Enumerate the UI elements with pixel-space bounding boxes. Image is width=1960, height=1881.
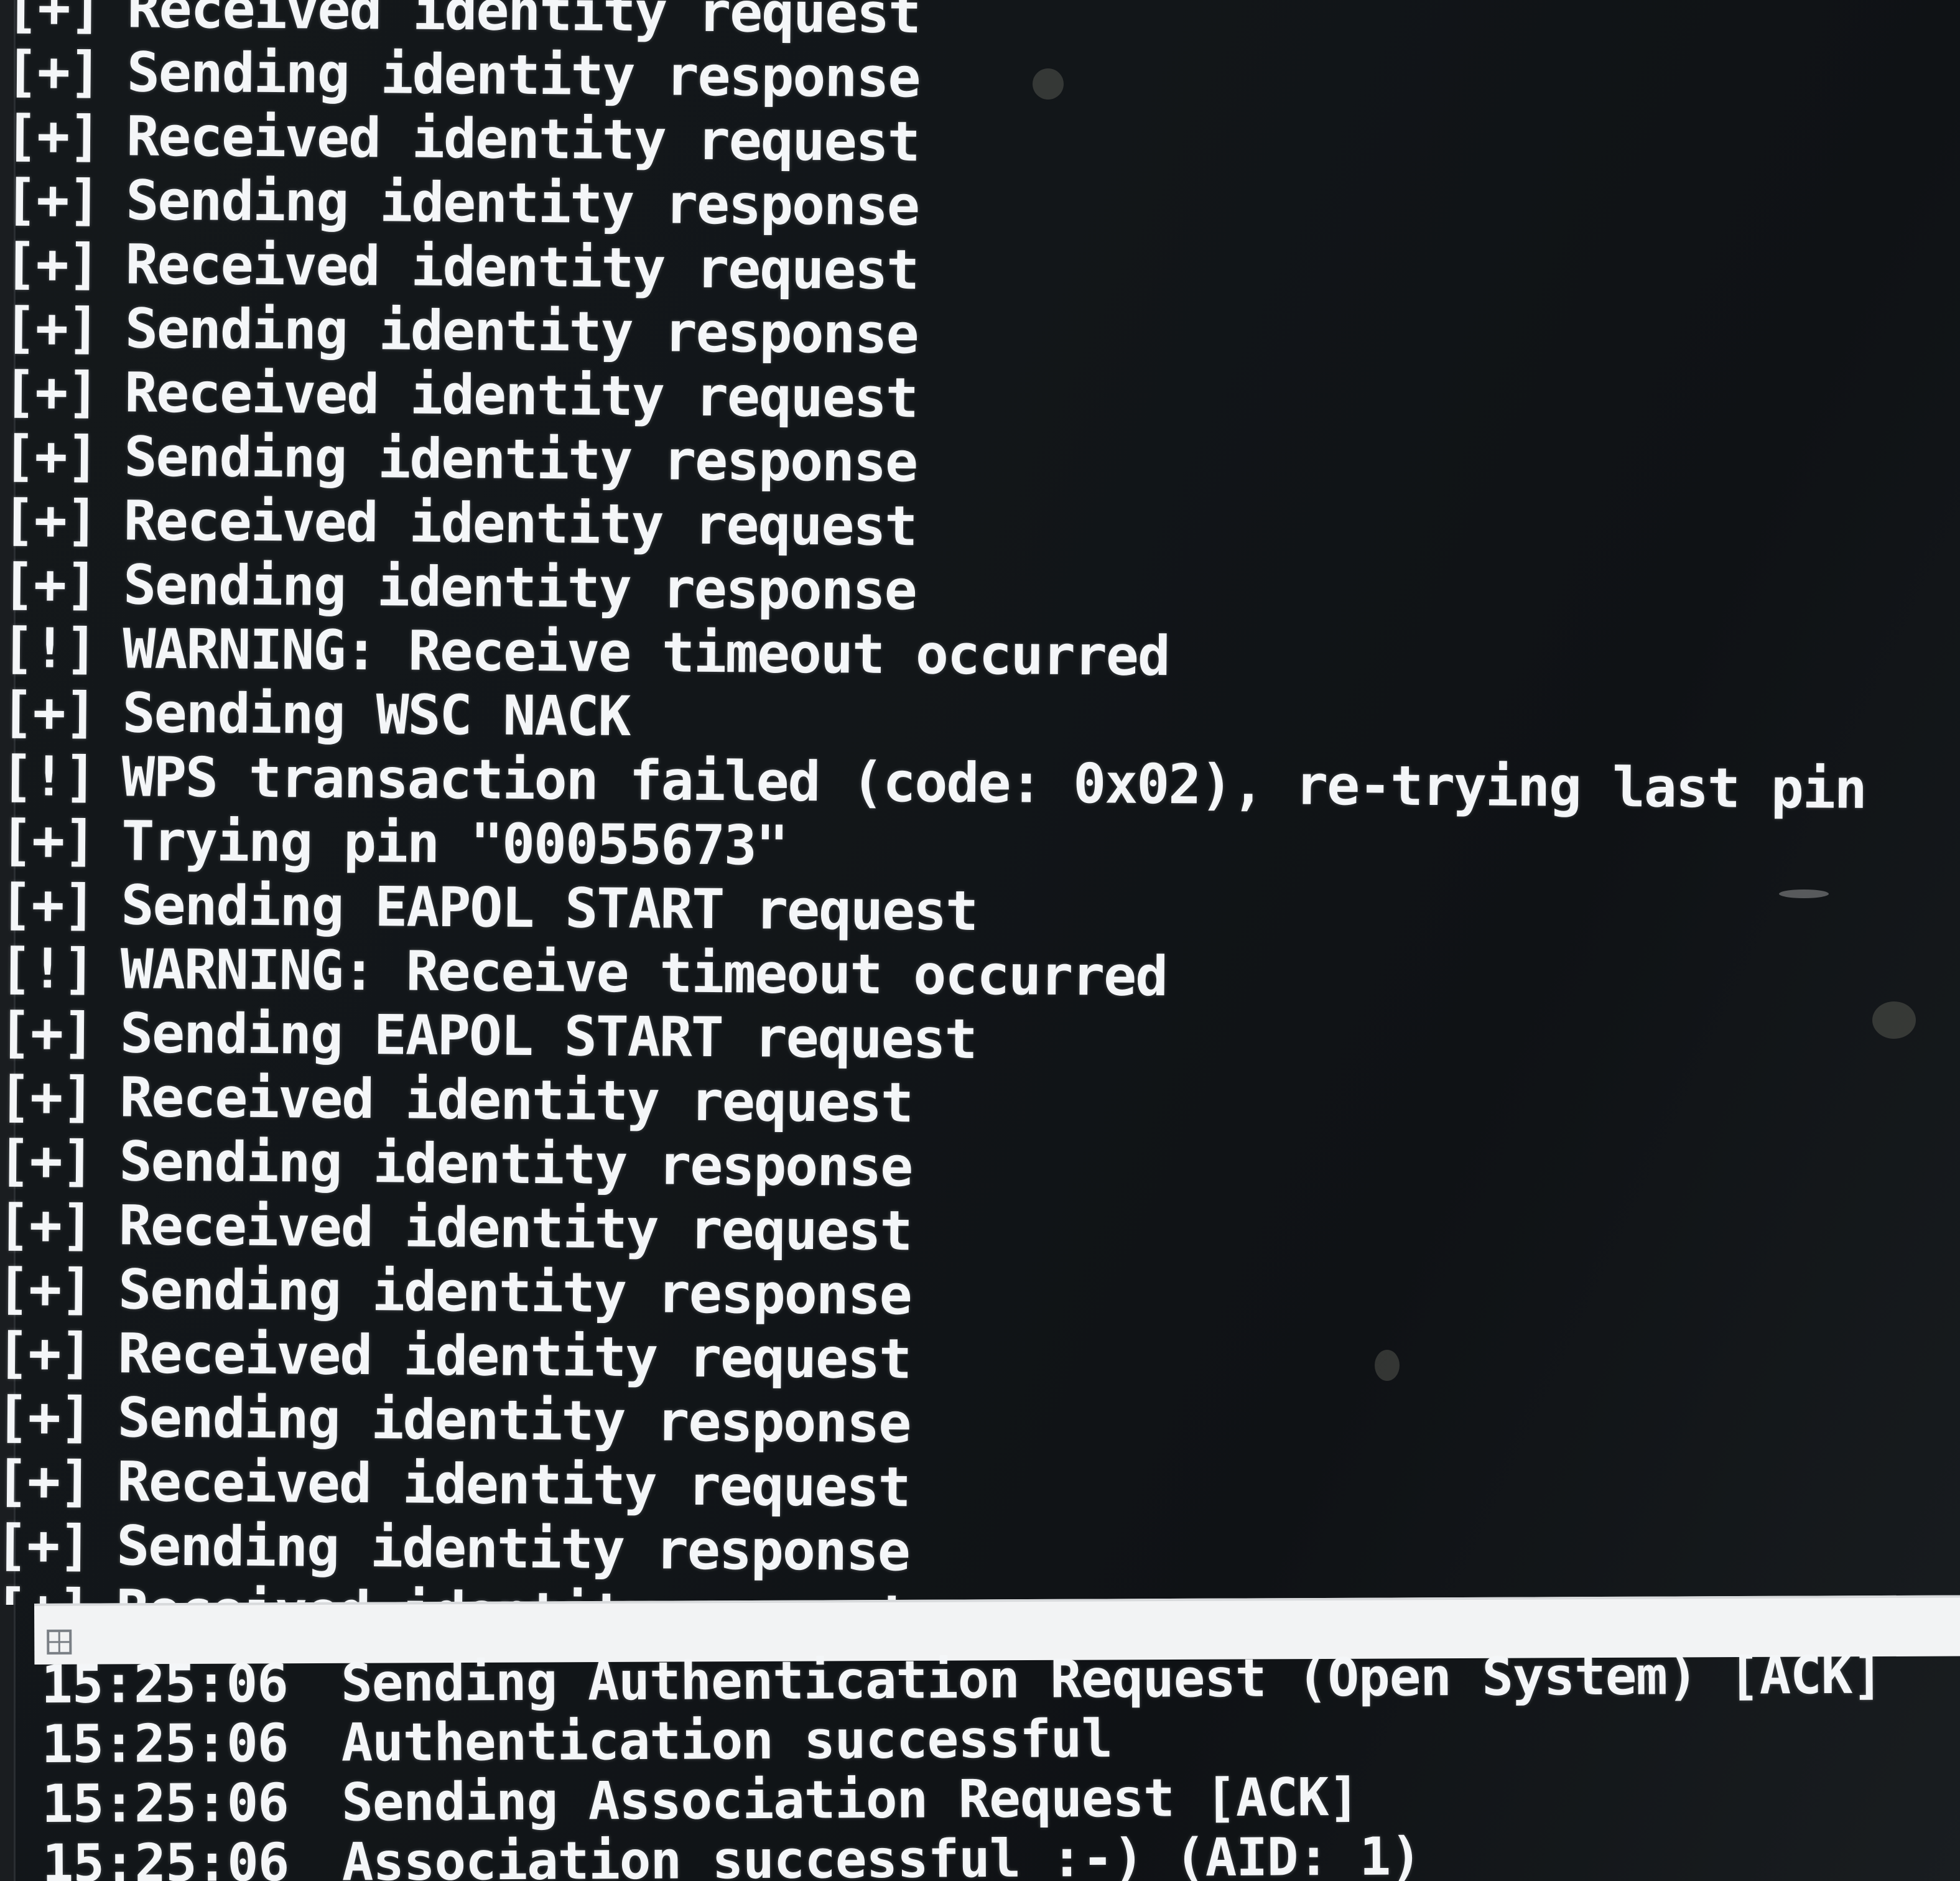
log-line-prefix: [+] — [0, 1256, 93, 1322]
log-line-text: WARNING: Receive timeout occurred — [120, 937, 1168, 1009]
event-text: Authentication successful — [341, 1707, 1113, 1773]
log-line-text: Received identity request — [118, 1193, 912, 1263]
log-line-text: Sending identity response — [123, 552, 917, 623]
log-line-text: Received identity request — [126, 104, 920, 174]
screen-speck — [1375, 1350, 1400, 1381]
log-line-prefix: [+] — [0, 1000, 95, 1066]
log-line-text: Trying pin "00055673" — [121, 809, 788, 878]
aireplay-output-pane[interactable]: 15:25:06 Sending Authentication Request (… — [0, 1655, 1960, 1881]
screen-speck — [1872, 1001, 1916, 1039]
log-line-prefix: [!] — [0, 743, 96, 809]
log-line-prefix: [+] — [3, 295, 100, 361]
screen-speck — [1033, 68, 1064, 100]
log-line-text: Received identity request — [116, 1449, 910, 1520]
log-line-prefix: [+] — [1, 679, 97, 745]
log-line-prefix: [+] — [4, 231, 100, 297]
log-line-text: Sending identity response — [119, 1129, 913, 1199]
reaver-output-pane[interactable]: [+] Received identity request [+] Sending i… — [0, 0, 1960, 1605]
event-timestamp: 15:25:06 — [42, 1772, 289, 1834]
log-line-prefix: [+] — [0, 1128, 94, 1194]
screen-speck — [1779, 889, 1829, 898]
event-text: Association successful :-) (AID: 1) — [341, 1826, 1422, 1881]
event-timestamp: 15:25:06 — [41, 1712, 289, 1775]
log-line-prefix: [+] — [0, 1448, 91, 1514]
event-timestamp: 15:25:06 — [40, 1655, 289, 1715]
log-line-prefix: [+] — [2, 359, 99, 425]
log-line-prefix: [+] — [0, 1192, 93, 1258]
log-line-prefix: [+] — [4, 167, 100, 233]
aireplay-log: 15:25:06 Sending Authentication Request (… — [41, 1655, 1884, 1881]
log-line-prefix: [!] — [1, 615, 97, 681]
log-line-prefix: [+] — [2, 423, 98, 489]
log-line-prefix: [+] — [5, 39, 101, 104]
terminal-screen: [+] Received identity request [+] Sending i… — [0, 0, 1960, 1881]
log-line-text: Sending identity response — [117, 1385, 911, 1456]
event-line: 15:25:06 Association successful :-) (AID:… — [42, 1824, 1884, 1881]
log-line-prefix: [+] — [0, 1512, 91, 1578]
log-line-text: Received identity request — [118, 1321, 911, 1391]
pane-split-icon[interactable] — [45, 1628, 73, 1656]
event-text: Sending Authentication Request (Open Sys… — [340, 1655, 1883, 1714]
event-line: 15:25:06 Sending Association Request [ACK… — [42, 1764, 1883, 1834]
log-line-text: Received identity request — [123, 488, 917, 559]
log-line-text: Received identity request — [119, 1065, 913, 1135]
log-line-text: Sending identity response — [118, 1257, 912, 1327]
log-line-prefix: [+] — [0, 1320, 92, 1386]
log-line-prefix: [+] — [0, 1577, 116, 1605]
log-line-prefix: [+] — [0, 871, 95, 937]
log-line-prefix: [+] — [2, 487, 98, 553]
log-line-text: Sending identity response — [126, 40, 920, 110]
log-line-text: Received identity request — [127, 0, 921, 46]
log-line-text: Sending identity response — [116, 1513, 910, 1584]
log-line-prefix: [+] — [0, 807, 96, 873]
log-line-text: Sending EAPOL START request — [121, 873, 978, 943]
log-line-prefix: [+] — [1, 551, 98, 617]
log-line-prefix: [!] — [0, 936, 95, 1001]
event-line: 15:25:06 Authentication successful — [41, 1704, 1883, 1775]
log-line-text: Sending identity response — [126, 168, 919, 238]
reaver-log: [+] Received identity request [+] Sending i… — [0, 0, 1872, 1605]
log-line-text: Received identity request — [124, 360, 918, 430]
log-line-prefix: [+] — [6, 0, 101, 40]
log-line-prefix: [+] — [0, 1064, 94, 1130]
event-line: 15:25:06 Sending Authentication Request (… — [40, 1655, 1883, 1715]
log-line-text: WPS transaction failed (code: 0x02), re-… — [121, 745, 1867, 821]
event-timestamp: 15:25:06 — [42, 1831, 289, 1881]
log-line-text: Sending EAPOL START request — [119, 1001, 977, 1071]
log-line-text: Sending WSC NACK — [122, 680, 630, 749]
log-line-prefix: [+] — [4, 103, 101, 169]
event-text: Sending Association Request [ACK] — [341, 1766, 1360, 1833]
log-line-text: WARNING: Receive timeout occurred — [123, 616, 1170, 689]
log-line-text: Received identity request — [125, 232, 919, 302]
log-line-text: Sending identity response — [124, 424, 917, 495]
log-line-prefix: [+] — [0, 1384, 92, 1450]
log-line-text: Sending identity response — [124, 296, 918, 366]
